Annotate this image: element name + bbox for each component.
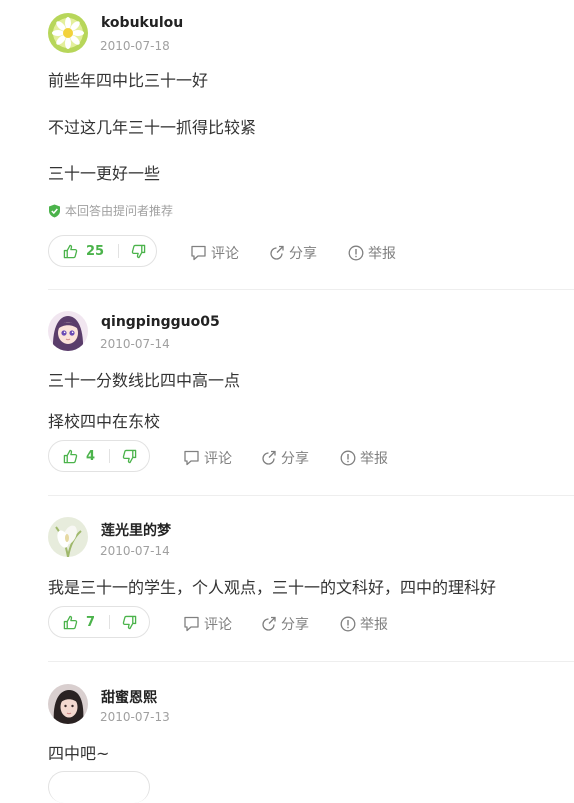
- warning-icon: [340, 616, 356, 632]
- report-button[interactable]: 举报: [348, 243, 396, 263]
- share-icon: [269, 245, 285, 261]
- report-label: 举报: [368, 246, 396, 262]
- share-label: 分享: [281, 451, 309, 467]
- recommend-label: 本回答由提问者推荐: [65, 204, 174, 218]
- answer-text: 我是三十一的学生，个人观点，三十一的文科好，四中的理科好: [48, 578, 497, 597]
- comment-button[interactable]: 评论: [183, 448, 232, 468]
- avatar[interactable]: [48, 311, 88, 351]
- avatar[interactable]: [48, 517, 88, 557]
- answer-date: 2010-07-18: [100, 39, 170, 53]
- report-label: 举报: [360, 617, 388, 633]
- like-button[interactable]: 4: [49, 449, 95, 464]
- like-count: 25: [86, 243, 105, 259]
- thumbs-down-icon: [122, 449, 137, 464]
- shield-check-icon: [48, 204, 61, 218]
- thumbs-down-icon: [122, 615, 137, 630]
- like-count: 4: [86, 448, 96, 464]
- username[interactable]: 莲光里的梦: [101, 520, 171, 540]
- username[interactable]: kobukulou: [101, 15, 183, 31]
- report-button[interactable]: 举报: [340, 614, 388, 634]
- vote-box: 4: [48, 440, 150, 472]
- warning-icon: [348, 245, 364, 261]
- thumbs-up-icon: [63, 244, 78, 259]
- answer-text: 择校四中在东校: [48, 412, 161, 431]
- thumbs-up-icon: [63, 449, 78, 464]
- share-label: 分享: [281, 617, 309, 633]
- comment-button[interactable]: 评论: [190, 243, 239, 263]
- answer-text: 三十一分数线比四中高一点: [48, 371, 241, 390]
- answer-text: 三十一更好一些: [48, 164, 161, 183]
- divider: [48, 289, 574, 290]
- vote-box: 25: [48, 235, 157, 267]
- dislike-button[interactable]: [122, 449, 137, 464]
- username[interactable]: qingpingguo05: [101, 314, 220, 330]
- comment-label: 评论: [211, 246, 239, 262]
- comment-label: 评论: [204, 617, 232, 633]
- vote-box: [48, 771, 150, 803]
- answer-text: 前些年四中比三十一好: [48, 71, 209, 90]
- vote-separator: [118, 244, 120, 258]
- thumbs-up-icon: [63, 615, 78, 630]
- answer-text: 不过这几年三十一抓得比较紧: [48, 118, 257, 137]
- avatar[interactable]: [48, 13, 88, 53]
- recommend-note: 本回答由提问者推荐: [48, 202, 173, 219]
- answer-text: 四中吧~: [48, 744, 110, 763]
- divider: [48, 661, 574, 662]
- thumbs-down-icon: [131, 244, 146, 259]
- like-count: 7: [86, 614, 96, 630]
- divider: [48, 495, 574, 496]
- username[interactable]: 甜蜜恩熙: [101, 687, 157, 707]
- answer-date: 2010-07-14: [100, 337, 170, 351]
- report-button[interactable]: 举报: [340, 448, 388, 468]
- like-button[interactable]: 25: [49, 244, 104, 259]
- report-label: 举报: [360, 451, 388, 467]
- comment-icon: [190, 245, 207, 261]
- vote-separator: [109, 449, 111, 463]
- answer-date: 2010-07-14: [100, 544, 170, 558]
- share-icon: [261, 616, 277, 632]
- vote-box: 7: [48, 606, 150, 638]
- answer-date: 2010-07-13: [100, 710, 170, 724]
- comment-button[interactable]: 评论: [183, 614, 232, 634]
- dislike-button[interactable]: [131, 244, 146, 259]
- dislike-button[interactable]: [122, 615, 137, 630]
- warning-icon: [340, 450, 356, 466]
- share-button[interactable]: 分享: [269, 243, 317, 263]
- avatar[interactable]: [48, 684, 88, 724]
- vote-separator: [109, 615, 111, 629]
- share-button[interactable]: 分享: [261, 448, 309, 468]
- share-label: 分享: [289, 246, 317, 262]
- comment-icon: [183, 450, 200, 466]
- comment-label: 评论: [204, 451, 232, 467]
- comment-icon: [183, 616, 200, 632]
- share-button[interactable]: 分享: [261, 614, 309, 634]
- like-button[interactable]: 7: [49, 615, 95, 630]
- share-icon: [261, 450, 277, 466]
